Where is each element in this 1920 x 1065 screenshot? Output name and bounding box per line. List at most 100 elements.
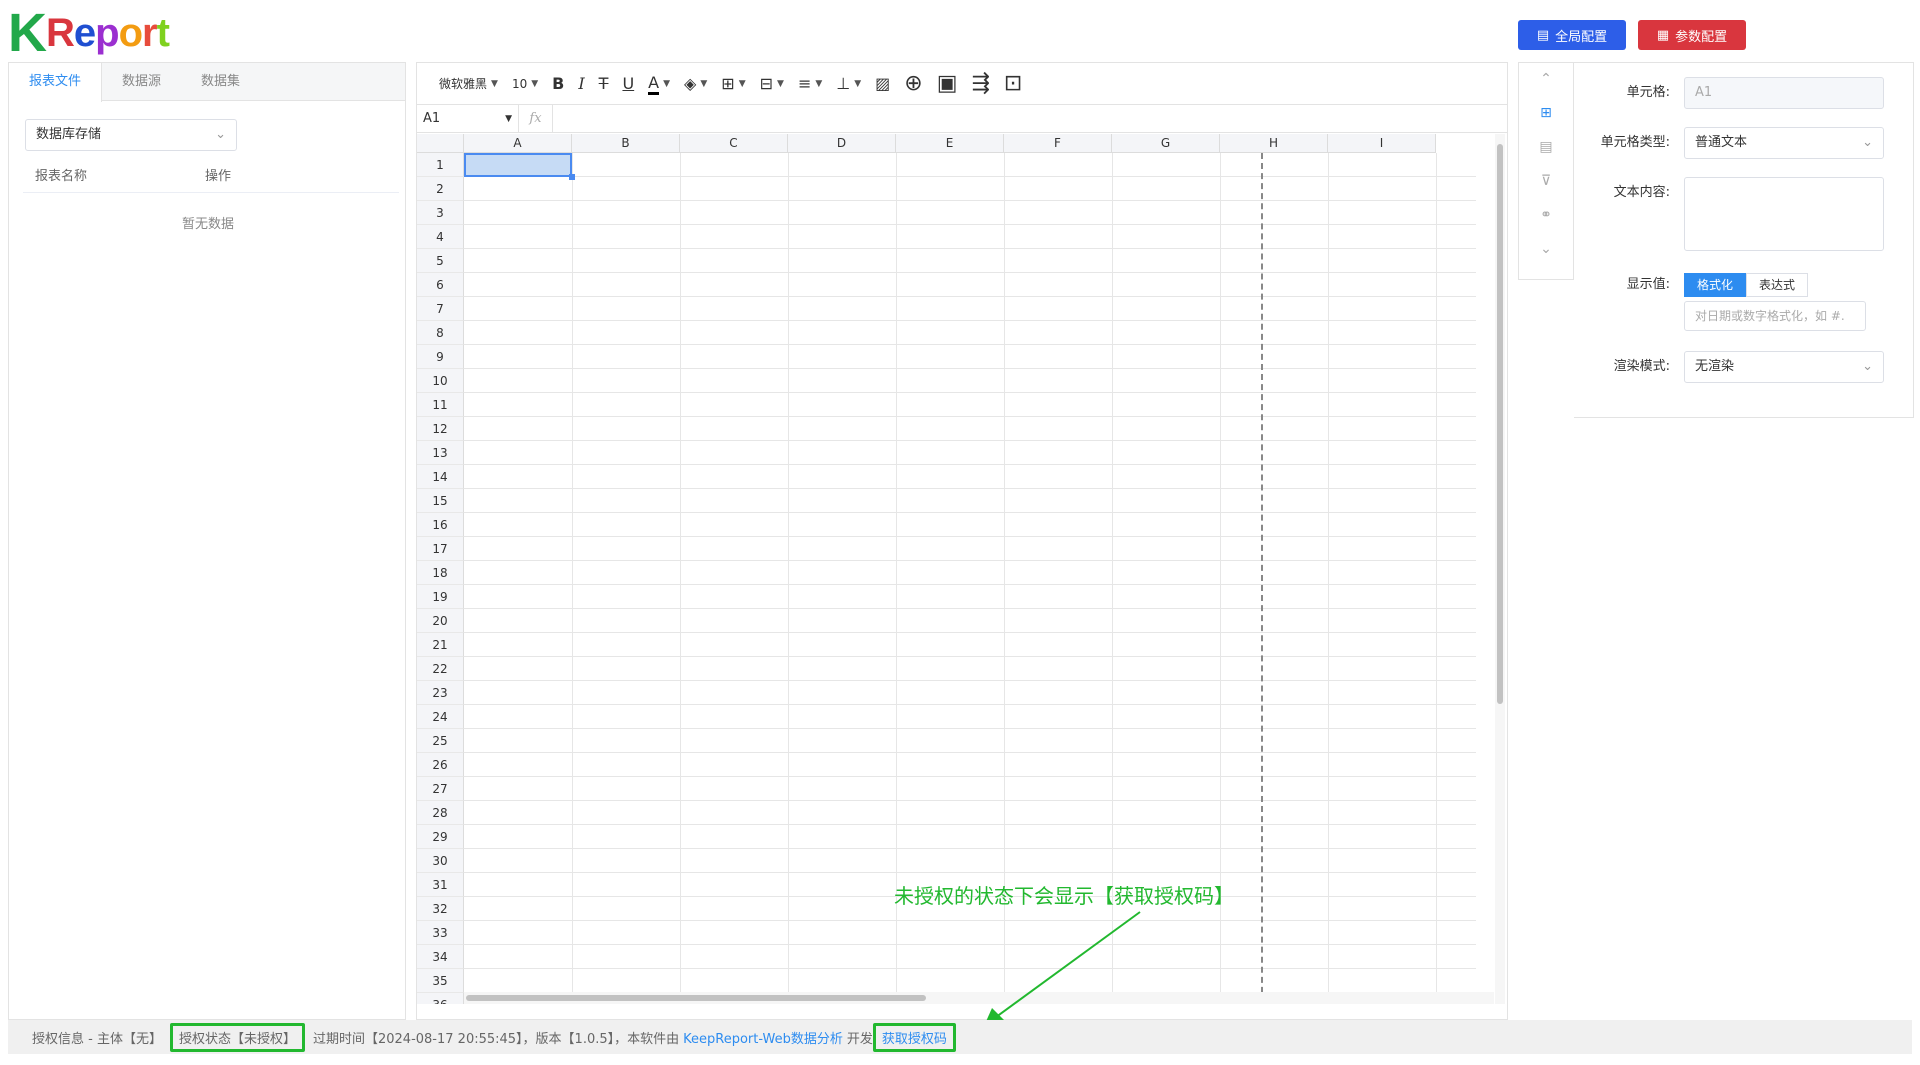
font-size-select[interactable]: 10 ▼ (512, 77, 538, 91)
column-header-b[interactable]: B (572, 134, 680, 153)
vertical-scrollbar[interactable] (1495, 134, 1505, 1004)
merge-button[interactable]: ⊟ ▼ (760, 74, 784, 93)
global-config-button[interactable]: ▤ 全局配置 (1518, 20, 1626, 50)
tab-datasets[interactable]: 数据集 (181, 63, 260, 100)
save-icon[interactable]: ▣ (937, 71, 958, 96)
row-header-7[interactable]: 7 (417, 297, 464, 321)
column-header-a[interactable]: A (464, 134, 572, 153)
scroll-thumb[interactable] (1497, 144, 1503, 704)
selected-cell[interactable] (464, 153, 572, 177)
font-color-button[interactable]: A ▼ (648, 73, 670, 95)
row-header-2[interactable]: 2 (417, 177, 464, 201)
storage-select[interactable]: 数据库存储 ⌄ (25, 119, 237, 151)
vertical-align-icon: ⊥ (836, 74, 851, 93)
cell-type-select[interactable]: 普通文本 ⌄ (1684, 127, 1884, 159)
row-header-31[interactable]: 31 (417, 873, 464, 897)
chevron-down-icon[interactable]: ⌄ (1540, 241, 1552, 257)
cell-grid[interactable]: A B C D E F G H I 1 2 3 4 5 6 7 8 9 10 11 12 13 14 15 16 17 18 19 20… (417, 134, 1495, 1004)
row-header-25[interactable]: 25 (417, 729, 464, 753)
column-header-f[interactable]: F (1004, 134, 1112, 153)
row-header-12[interactable]: 12 (417, 417, 464, 441)
column-header-g[interactable]: G (1112, 134, 1220, 153)
align-button[interactable]: ≡ ▼ (798, 74, 822, 93)
row-header-19[interactable]: 19 (417, 585, 464, 609)
row-header-22[interactable]: 22 (417, 657, 464, 681)
row-header-6[interactable]: 6 (417, 273, 464, 297)
valign-button[interactable]: ⊥ ▼ (836, 74, 861, 93)
grid-hline (464, 296, 1476, 297)
expression-option[interactable]: 表达式 (1746, 273, 1809, 297)
add-sheet-icon[interactable]: ⊕ (904, 71, 922, 96)
render-mode-select[interactable]: 无渲染 ⌄ (1684, 351, 1884, 383)
cell-properties-icon[interactable]: ⊞ (1540, 105, 1552, 121)
license-info: 授权信息 - 主体【无】 (32, 1031, 162, 1047)
scroll-thumb[interactable] (466, 995, 926, 1001)
row-header-18[interactable]: 18 (417, 561, 464, 585)
row-header-1[interactable]: 1 (417, 153, 464, 177)
row-header-27[interactable]: 27 (417, 777, 464, 801)
row-header-5[interactable]: 5 (417, 249, 464, 273)
row-header-35[interactable]: 35 (417, 969, 464, 993)
image-icon[interactable]: ▨ (875, 74, 890, 93)
column-header-d[interactable]: D (788, 134, 896, 153)
row-header-24[interactable]: 24 (417, 705, 464, 729)
link-icon[interactable]: ⚭ (1540, 207, 1552, 223)
param-config-button[interactable]: ▦ 参数配置 (1638, 20, 1746, 50)
row-header-11[interactable]: 11 (417, 393, 464, 417)
format-input[interactable]: 对日期或数字格式化，如 #. (1684, 301, 1866, 331)
row-header-3[interactable]: 3 (417, 201, 464, 225)
row-header-20[interactable]: 20 (417, 609, 464, 633)
row-header-26[interactable]: 26 (417, 753, 464, 777)
row-header-36[interactable]: 36 (417, 993, 464, 1004)
column-header-h[interactable]: H (1220, 134, 1328, 153)
strikethrough-button[interactable]: T (599, 74, 609, 93)
cell-field: A1 (1684, 77, 1884, 109)
row-header-29[interactable]: 29 (417, 825, 464, 849)
row-header-17[interactable]: 17 (417, 537, 464, 561)
row-header-32[interactable]: 32 (417, 897, 464, 921)
row-header-13[interactable]: 13 (417, 441, 464, 465)
row-header-10[interactable]: 10 (417, 369, 464, 393)
column-header-c[interactable]: C (680, 134, 788, 153)
filter-icon[interactable]: ⊽ (1541, 173, 1551, 189)
empty-state: 暂无数据 (181, 217, 234, 232)
text-content-textarea[interactable] (1684, 177, 1884, 251)
column-header-e[interactable]: E (896, 134, 1004, 153)
horizontal-scrollbar[interactable] (464, 992, 1494, 1004)
underline-button[interactable]: U (622, 74, 634, 93)
cell-reference-select[interactable]: A1 ▼ (417, 104, 519, 133)
tab-report-files[interactable]: 报表文件 (9, 63, 103, 102)
company-link[interactable]: KeepReport-Web数据分析 (683, 1028, 843, 1047)
preview-icon[interactable]: ⊡ (1004, 71, 1022, 96)
row-header-15[interactable]: 15 (417, 489, 464, 513)
row-header-21[interactable]: 21 (417, 633, 464, 657)
row-header-9[interactable]: 9 (417, 345, 464, 369)
fill-handle[interactable] (569, 174, 575, 180)
fill-color-button[interactable]: ◈ ▼ (684, 74, 707, 93)
annotation-arrow (984, 911, 1141, 1026)
row-header-8[interactable]: 8 (417, 321, 464, 345)
row-header-30[interactable]: 30 (417, 849, 464, 873)
get-license-code-link[interactable]: 获取授权码 (872, 1022, 956, 1052)
row-header-28[interactable]: 28 (417, 801, 464, 825)
row-header-23[interactable]: 23 (417, 681, 464, 705)
italic-button[interactable]: I (578, 74, 584, 93)
chevron-up-icon[interactable]: ⌃ (1540, 71, 1552, 87)
font-family-select[interactable]: 微软雅黑 ▼ (439, 75, 498, 92)
row-header-34[interactable]: 34 (417, 945, 464, 969)
row-header-4[interactable]: 4 (417, 225, 464, 249)
page-break-line (1261, 153, 1263, 1004)
caret-down-icon: ▼ (505, 113, 512, 124)
format-option[interactable]: 格式化 (1684, 273, 1747, 297)
import-icon[interactable]: ⇶ (971, 71, 989, 96)
document-icon[interactable]: ▤ (1539, 139, 1552, 155)
border-button[interactable]: ⊞ ▼ (721, 74, 745, 93)
bold-button[interactable]: B (552, 74, 564, 93)
row-header-16[interactable]: 16 (417, 513, 464, 537)
column-header-i[interactable]: I (1328, 134, 1436, 153)
grid-corner[interactable] (417, 134, 464, 153)
row-header-14[interactable]: 14 (417, 465, 464, 489)
row-header-33[interactable]: 33 (417, 921, 464, 945)
tab-data-sources[interactable]: 数据源 (102, 63, 181, 100)
formula-input[interactable] (553, 105, 1507, 133)
